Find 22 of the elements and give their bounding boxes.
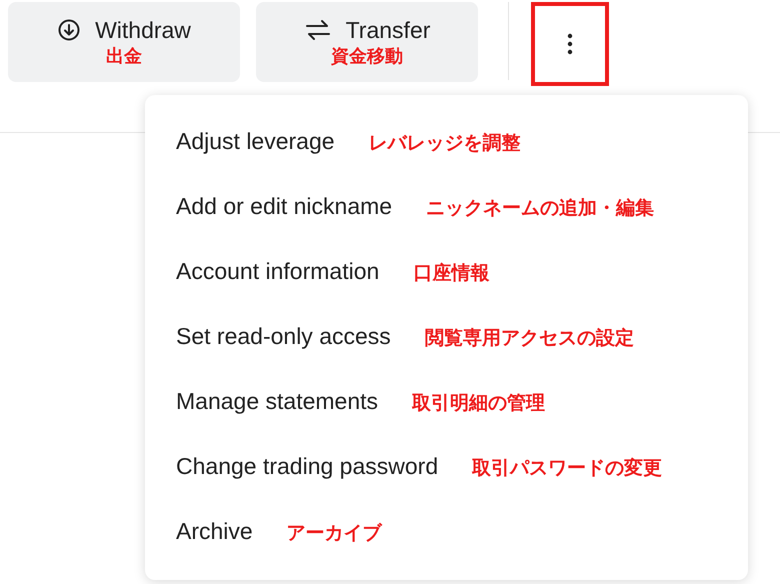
action-button[interactable]: Transfer 資金移動 — [256, 2, 478, 82]
action-button[interactable]: Withdraw 出金 — [8, 2, 240, 82]
annotation-text: ニックネームの追加・編集 — [426, 196, 654, 221]
annotation-text: 資金移動 — [331, 44, 403, 68]
menu-item[interactable]: Account information — [176, 258, 380, 285]
annotation-text: レバレッジを調整 — [368, 131, 521, 156]
annotation-text: 取引パスワードの変更 — [472, 456, 662, 481]
annotation-text: 口座情報 — [413, 261, 490, 286]
annotation-text: 出金 — [106, 44, 142, 68]
annotation-text: 取引明細の管理 — [412, 391, 546, 416]
menu-item[interactable]: Add or edit nickname — [176, 193, 392, 220]
annotation-text: 閲覧専用アクセスの設定 — [424, 326, 634, 351]
menu-item[interactable]: Set read-only access — [176, 323, 391, 350]
annotation-text: アーカイブ — [286, 521, 382, 546]
menu-item[interactable]: Archive — [176, 518, 253, 545]
menu-item[interactable]: Change trading password — [176, 453, 438, 480]
menu-item[interactable]: Manage statements — [176, 388, 378, 415]
download-circle-icon — [57, 18, 82, 42]
swap-arrows-icon — [304, 18, 332, 42]
more-button[interactable] — [531, 2, 609, 86]
more-icon — [567, 32, 573, 56]
menu-item[interactable]: Adjust leverage — [176, 128, 335, 155]
